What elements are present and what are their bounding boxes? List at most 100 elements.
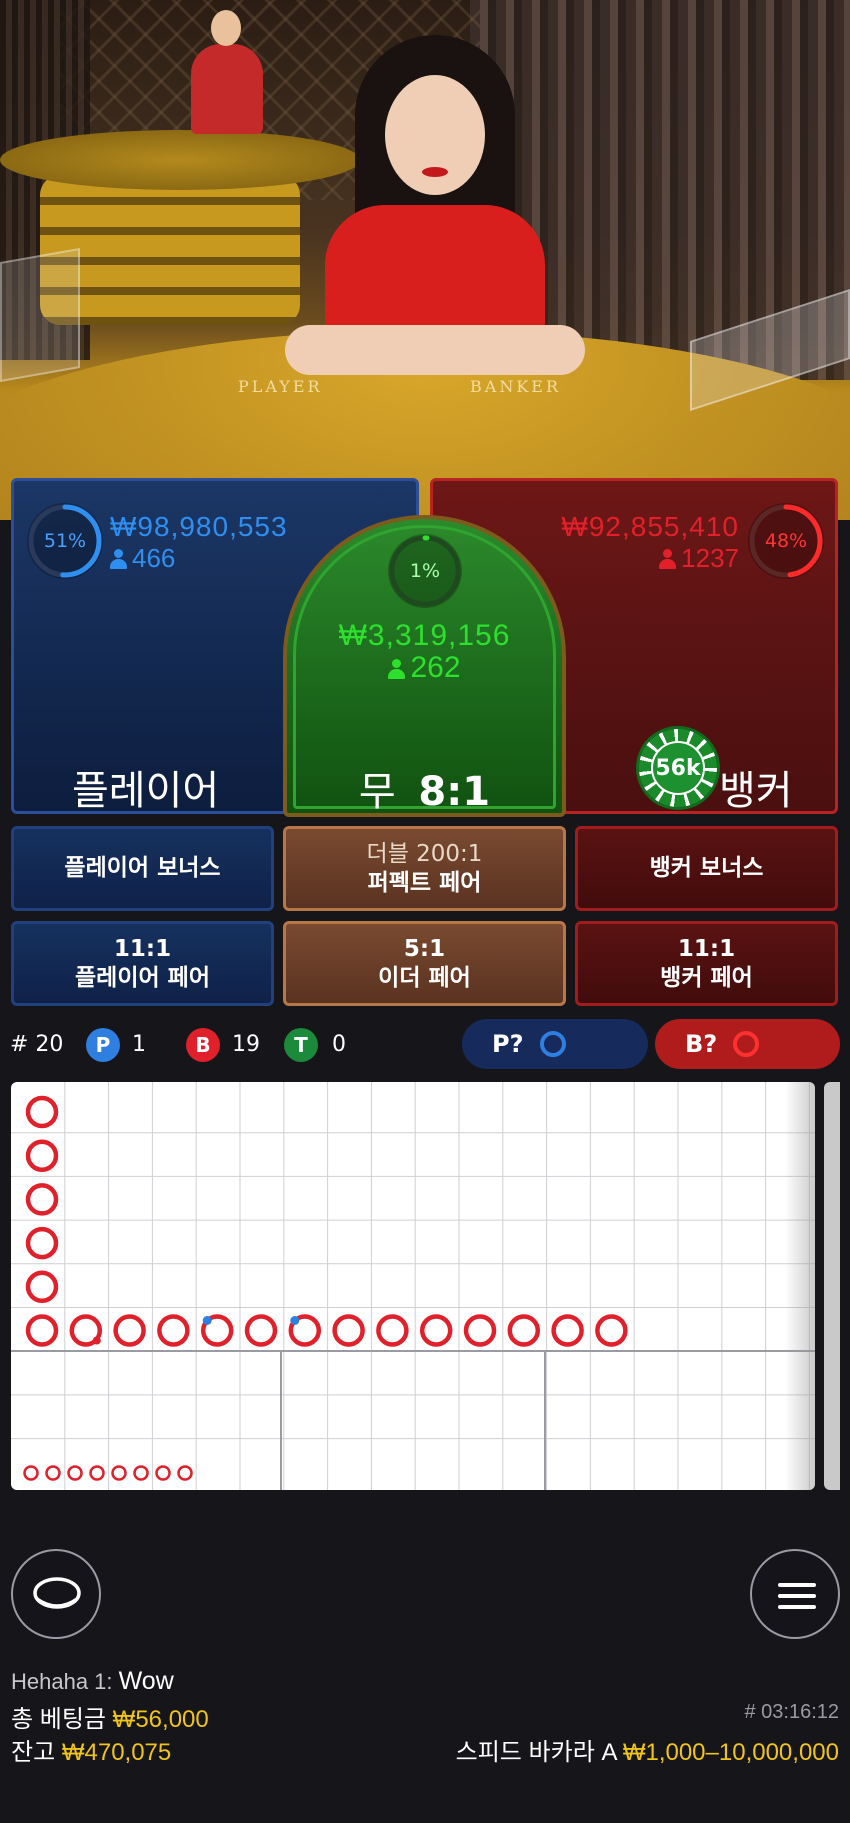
balance-label: 잔고	[11, 1739, 56, 1766]
big-eye-marker	[155, 1465, 171, 1481]
dealer	[285, 35, 585, 385]
player-pair-dot	[202, 1316, 212, 1325]
predict-circle-icon	[733, 1031, 760, 1057]
banker-predict-button[interactable]: B?	[655, 1019, 840, 1069]
chat-button[interactable]	[11, 1549, 101, 1639]
player-pair-button[interactable]: 11:1 플레이어 페어	[11, 921, 274, 1006]
banker-marker	[595, 1314, 628, 1347]
person-icon	[659, 549, 677, 569]
table-limits: ₩1,000–10,000,000	[622, 1739, 839, 1766]
player-label: 플레이어	[72, 768, 220, 814]
menu-button[interactable]	[750, 1549, 840, 1639]
tie-label: 무	[358, 769, 396, 815]
card-shoe	[0, 247, 80, 383]
banker-marker	[419, 1314, 453, 1347]
table-label-player: PLAYER	[238, 377, 323, 396]
roadmap-grid	[11, 1082, 815, 1490]
either-pair-button[interactable]: 5:1 이더 페어	[283, 921, 566, 1006]
player-predict-button[interactable]: P?	[462, 1019, 648, 1069]
tie-badge: T	[284, 1028, 318, 1062]
banker-marker	[25, 1314, 59, 1347]
menu-icon	[778, 1583, 816, 1609]
banker-marker	[25, 1095, 59, 1129]
balance-value: ₩470,075	[61, 1739, 172, 1766]
total-bet: 총 베팅금 ₩56,000	[11, 1699, 209, 1734]
banker-marker	[113, 1314, 146, 1347]
perfect-pair-odds: 더블 200:1	[366, 840, 483, 867]
tie-bet-spot[interactable]: 1% ₩3,319,156 262 무 8:1	[283, 515, 566, 817]
big-eye-marker	[111, 1465, 127, 1481]
banker-marker	[332, 1314, 365, 1347]
banker-total-amount: ₩92,855,410	[561, 511, 739, 542]
banker-win-count: 19	[232, 1032, 260, 1057]
tie-payout: 8:1	[418, 769, 491, 815]
banker-pair-dot	[92, 1336, 101, 1345]
banker-label: 뱅커	[719, 768, 793, 814]
player-percent-ring: 51%	[27, 503, 103, 579]
player-pair-dot	[290, 1316, 300, 1325]
person-icon	[388, 659, 406, 679]
bet-chip[interactable]: 56k	[636, 726, 720, 810]
round-count: # 20	[10, 1032, 64, 1057]
banker-marker	[25, 1183, 59, 1216]
tie-bettor-count: 262	[287, 651, 562, 685]
tie-label-group: 무 8:1	[287, 759, 562, 817]
either-pair-label: 이더 페어	[378, 964, 471, 991]
total-bet-label: 총 베팅금	[11, 1706, 106, 1733]
table-info: 스피드 바카라 A ₩1,000–10,000,000	[456, 1732, 839, 1767]
player-percent: 51%	[43, 530, 87, 552]
player-bonus-button[interactable]: 플레이어 보너스	[11, 826, 274, 911]
banker-predict-label: B?	[685, 1030, 718, 1058]
banker-pair-odds: 11:1	[677, 935, 736, 962]
banker-marker	[25, 1270, 59, 1304]
chat-user: Hehaha 1:	[11, 1669, 113, 1694]
background-dealer	[185, 10, 265, 134]
tie-percent-ring: 1%	[388, 534, 462, 608]
perfect-pair-button[interactable]: 더블 200:1 퍼펙트 페어	[283, 826, 566, 911]
scoreboard-roadmap[interactable]	[11, 1082, 815, 1490]
banker-marker	[25, 1226, 59, 1260]
tie-total-amount: ₩3,319,156	[338, 619, 511, 652]
big-eye-marker	[89, 1465, 105, 1481]
banker-bonus-button[interactable]: 뱅커 보너스	[575, 826, 838, 911]
banker-marker	[244, 1314, 278, 1347]
big-eye-marker	[23, 1465, 39, 1481]
banker-pair-button[interactable]: 11:1 뱅커 페어	[575, 921, 838, 1006]
chat-text: Wow	[118, 1667, 174, 1695]
banker-percent-ring: 48%	[748, 503, 824, 579]
round-id: # 03:16:12	[744, 1701, 839, 1723]
banker-bonus-label: 뱅커 보너스	[649, 855, 764, 881]
chat-message: Hehaha 1: Wow	[11, 1667, 174, 1696]
player-predict-label: P?	[492, 1030, 524, 1058]
banker-win-badge: B	[186, 1028, 220, 1062]
roadmap-side-panel[interactable]	[824, 1082, 840, 1490]
big-eye-marker	[45, 1465, 61, 1481]
player-total-amount: ₩98,980,553	[110, 511, 288, 542]
tie-percent: 1%	[409, 560, 441, 582]
predict-circle-icon	[539, 1031, 566, 1057]
person-icon	[110, 549, 127, 569]
chip-value: 56k	[651, 741, 705, 795]
banker-pair-label: 뱅커 페어	[660, 964, 753, 991]
table-label-banker: BANKER	[470, 377, 561, 396]
live-video-feed: PLAYER BANKER	[0, 0, 850, 520]
banker-percent: 48%	[764, 530, 808, 552]
player-win-count: 1	[132, 1032, 146, 1057]
big-eye-marker	[177, 1465, 193, 1481]
player-bonus-label: 플레이어 보너스	[64, 855, 221, 881]
balance: 잔고 ₩470,075	[11, 1732, 171, 1767]
banker-marker	[551, 1314, 584, 1347]
table-name: 스피드 바카라 A	[455, 1739, 617, 1766]
total-bet-value: ₩56,000	[112, 1706, 209, 1733]
player-pair-odds: 11:1	[113, 935, 172, 962]
banker-marker	[25, 1139, 59, 1172]
player-win-badge: P	[86, 1028, 120, 1062]
banker-marker	[157, 1314, 190, 1347]
banker-marker	[463, 1314, 497, 1347]
tie-count: 0	[332, 1032, 346, 1057]
player-bettor-count: 466	[110, 543, 175, 574]
either-pair-odds: 5:1	[403, 935, 446, 962]
banker-marker	[507, 1314, 541, 1347]
player-pair-label: 플레이어 페어	[75, 964, 210, 991]
chat-bubble-icon	[33, 1577, 81, 1609]
